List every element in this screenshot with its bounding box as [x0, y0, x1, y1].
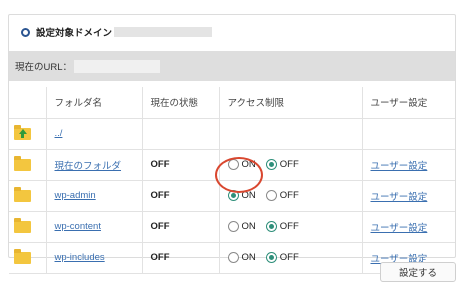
folder-link-current[interactable]: 現在のフォルダ: [55, 161, 122, 172]
state-value: OFF: [150, 159, 170, 170]
folder-icon: [14, 155, 31, 171]
header-user-settings: ユーザー設定: [361, 87, 455, 119]
access-restriction-panel: 設定対象ドメイン 現在のURL： フォルダ名 現在の状態 アクセス制限 ユーザー…: [8, 14, 456, 274]
radio-off-circle[interactable]: [265, 221, 277, 232]
radio-off[interactable]: OFF: [265, 252, 299, 263]
folder-link-wp-admin[interactable]: wp-admin: [55, 190, 96, 201]
folder-link-wp-includes[interactable]: wp-includes: [55, 252, 105, 263]
user-settings-link[interactable]: ユーザー設定: [371, 192, 428, 203]
table-row-parent: ../: [9, 117, 455, 150]
folder-icon: [14, 248, 31, 264]
folder-icon: [14, 217, 31, 233]
parent-folder-icon: [14, 124, 31, 140]
radio-off-circle[interactable]: [265, 190, 277, 201]
current-url-bar: 現在のURL：: [9, 51, 455, 81]
radio-on[interactable]: ON: [227, 159, 256, 170]
header-icon: [9, 87, 47, 119]
radio-off[interactable]: OFF: [265, 159, 299, 170]
folder-link-parent[interactable]: ../: [55, 128, 63, 139]
domain-value-redacted: [114, 27, 213, 37]
header-access-restriction: アクセス制限: [218, 87, 363, 119]
radio-on[interactable]: ON: [227, 221, 256, 232]
radio-off[interactable]: OFF: [265, 190, 299, 201]
folder-icon: [14, 186, 31, 202]
user-settings-link[interactable]: ユーザー設定: [371, 161, 428, 172]
user-settings-link[interactable]: ユーザー設定: [371, 223, 428, 234]
radio-on-circle[interactable]: [227, 221, 239, 232]
table-header-row: フォルダ名 現在の状態 アクセス制限 ユーザー設定: [9, 87, 455, 119]
header-current-state: 現在の状態: [141, 87, 220, 119]
radio-off[interactable]: OFF: [265, 221, 299, 232]
access-radio-group: ON OFF: [227, 159, 362, 170]
radio-on[interactable]: ON: [227, 190, 256, 201]
state-value: OFF: [150, 252, 170, 263]
access-radio-group: ON OFF: [227, 252, 362, 263]
current-url-value-redacted: [74, 59, 161, 73]
current-url-label: 現在のURL：: [15, 62, 73, 73]
state-value: OFF: [150, 190, 170, 201]
domain-label: 設定対象ドメイン: [36, 28, 113, 39]
bullet-icon: [21, 27, 30, 37]
radio-on-circle[interactable]: [227, 252, 239, 263]
radio-on-circle[interactable]: [227, 190, 239, 201]
submit-settings-button[interactable]: 設定する: [380, 262, 456, 282]
table-row-wp-admin: wp-admin OFF ON OFF ユーザー設定: [9, 179, 455, 212]
domain-header: 設定対象ドメイン: [9, 15, 455, 49]
radio-on-circle[interactable]: [227, 159, 239, 170]
state-value: OFF: [150, 221, 170, 232]
folder-link-wp-content[interactable]: wp-content: [55, 221, 101, 232]
table-row-wp-content: wp-content OFF ON OFF ユーザー設定: [9, 210, 455, 243]
access-radio-group: ON OFF: [227, 190, 362, 201]
header-folder-name: フォルダ名: [45, 87, 143, 119]
folder-table: フォルダ名 現在の状態 アクセス制限 ユーザー設定 ../ 現在のフォルダ OF…: [9, 87, 455, 274]
table-row-current-folder: 現在のフォルダ OFF ON OFF ユーザー設定: [9, 148, 455, 181]
access-radio-group: ON OFF: [227, 221, 362, 232]
radio-on[interactable]: ON: [227, 252, 256, 263]
radio-off-circle[interactable]: [265, 252, 277, 263]
radio-off-circle[interactable]: [265, 159, 277, 170]
